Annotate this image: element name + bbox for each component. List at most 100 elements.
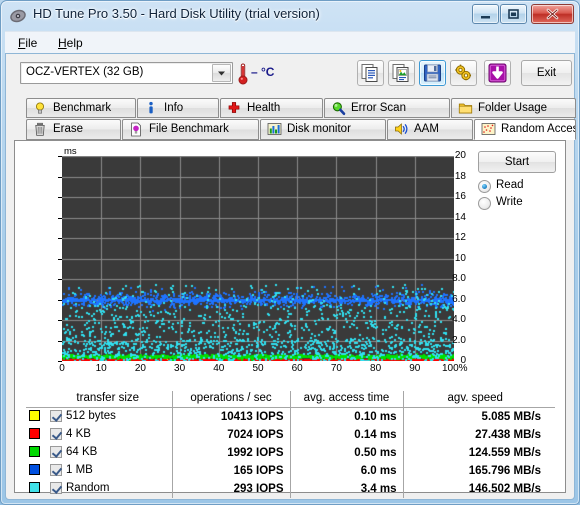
chart-y-tickmark-10 bbox=[58, 156, 62, 157]
chart-y-tick-6: 12 bbox=[454, 232, 466, 243]
tab-error-scan[interactable]: Error Scan bbox=[324, 98, 450, 118]
cell-access-time: 6.0 ms bbox=[290, 461, 404, 480]
access-time-chart: ms 0 2.0 4.0 6.0 8.0 10 12 14 16 18 20 0 10 20 30 40 50… bbox=[26, 146, 468, 387]
file-bulb-icon bbox=[129, 122, 145, 138]
chart-y-tickmark-1 bbox=[58, 340, 62, 342]
tab-random-access-label: Random Access bbox=[501, 123, 576, 135]
minimize-button[interactable] bbox=[472, 4, 499, 24]
cell-operations: 165 IOPS bbox=[172, 461, 291, 480]
chart-y-tick-9: 18 bbox=[454, 170, 466, 182]
chart-x-tick-6: 60 bbox=[291, 363, 303, 374]
bar-chart-icon bbox=[267, 122, 283, 138]
window-title: HD Tune Pro 3.50 - Hard Disk Utility (tr… bbox=[33, 6, 320, 21]
tab-file-benchmark-label: File Benchmark bbox=[149, 123, 229, 135]
series-checkbox[interactable] bbox=[50, 482, 62, 494]
series-label: 512 bytes bbox=[66, 410, 116, 423]
series-checkbox[interactable] bbox=[50, 428, 62, 440]
menu-item-help[interactable]: Help bbox=[51, 35, 90, 52]
tab-error-scan-label: Error Scan bbox=[351, 102, 406, 114]
tab-file-benchmark[interactable]: File Benchmark bbox=[122, 119, 259, 140]
tab-health[interactable]: Health bbox=[220, 98, 323, 118]
chevron-down-icon[interactable] bbox=[212, 64, 231, 82]
table-header-row: transfer size operations / sec avg. acce… bbox=[26, 391, 555, 408]
table-body: 512 bytes 10413 IOPS 0.10 ms 5.085 MB/s 4 KB… bbox=[26, 407, 555, 498]
trash-icon bbox=[33, 122, 49, 138]
table-row: 4 KB 7024 IOPS 0.14 ms 27.438 MB/s bbox=[26, 425, 555, 444]
thermometer-icon bbox=[237, 62, 249, 91]
table-row: 1 MB 165 IOPS 6.0 ms 165.796 MB/s bbox=[26, 461, 555, 480]
cell-avg-speed: 27.438 MB/s bbox=[475, 428, 541, 441]
tab-info[interactable]: Info bbox=[137, 98, 219, 118]
tab-bar: Benchmark Info Health Error Scan Folder … bbox=[14, 98, 576, 141]
update-button[interactable] bbox=[484, 60, 511, 86]
series-toggle[interactable]: 1 MB bbox=[44, 461, 173, 480]
exit-button[interactable]: Exit bbox=[521, 60, 572, 86]
chart-y-tickmark-3 bbox=[58, 299, 62, 301]
scatter-icon bbox=[481, 122, 497, 138]
cell-operations: 7024 IOPS bbox=[172, 425, 291, 444]
chart-y-tickmark-4 bbox=[58, 279, 62, 280]
cell-avg-speed: 165.796 MB/s bbox=[468, 464, 541, 477]
magnifier-icon bbox=[331, 101, 347, 117]
close-button[interactable] bbox=[531, 4, 574, 24]
results-table: transfer size operations / sec avg. acce… bbox=[26, 391, 555, 498]
client-area: OCZ-VERTEX (32 GB) – °C Exit Benchmark I… bbox=[5, 53, 576, 500]
radio-write-dot bbox=[478, 197, 491, 210]
chart-x-tick-7: 70 bbox=[330, 363, 342, 374]
series-checkbox[interactable] bbox=[50, 464, 62, 476]
tab-disk-monitor-label: Disk monitor bbox=[287, 123, 351, 135]
menu-help-accel: H bbox=[58, 36, 67, 50]
chart-x-tick-8: 80 bbox=[370, 363, 382, 374]
chart-x-tick-3: 30 bbox=[174, 363, 186, 374]
maximize-button[interactable] bbox=[500, 4, 527, 24]
table-header-operations: operations / sec bbox=[172, 391, 291, 408]
menu-file-rest: ile bbox=[25, 36, 38, 50]
copy-text-button[interactable] bbox=[357, 60, 384, 86]
copy-image-button[interactable] bbox=[388, 60, 415, 86]
cell-access-time: 0.10 ms bbox=[290, 407, 404, 426]
tab-folder-usage[interactable]: Folder Usage bbox=[451, 98, 576, 118]
series-color-swatch bbox=[26, 426, 44, 444]
tab-health-label: Health bbox=[247, 102, 281, 114]
chart-x-tick-2: 20 bbox=[134, 363, 146, 374]
chart-y-tickmark-5 bbox=[58, 258, 62, 260]
toolbar: OCZ-VERTEX (32 GB) – °C Exit bbox=[6, 54, 574, 94]
table-row: Random 293 IOPS 3.4 ms 146.502 MB/s bbox=[26, 479, 555, 498]
table-row: 512 bytes 10413 IOPS 0.10 ms 5.085 MB/s bbox=[26, 407, 555, 426]
drive-select[interactable]: OCZ-VERTEX (32 GB) bbox=[20, 62, 233, 84]
info-icon bbox=[144, 101, 160, 117]
menu-item-file[interactable]: File bbox=[11, 35, 44, 52]
series-toggle[interactable]: 4 KB bbox=[44, 425, 173, 444]
series-label: 64 KB bbox=[66, 446, 98, 458]
series-toggle[interactable]: 64 KB bbox=[44, 443, 173, 462]
tab-info-label: Info bbox=[164, 102, 184, 114]
lightbulb-icon bbox=[33, 101, 49, 117]
chart-y-tick-8: 16 bbox=[454, 191, 466, 202]
series-checkbox[interactable] bbox=[50, 446, 62, 458]
tab-random-access[interactable]: Random Access bbox=[474, 119, 576, 140]
chart-y-tick-4: 8.0 bbox=[452, 273, 466, 284]
chart-x-tick-0: 0 bbox=[59, 363, 65, 374]
cell-access-time: 0.50 ms bbox=[290, 443, 404, 462]
tab-benchmark-label: Benchmark bbox=[53, 102, 112, 114]
start-button[interactable]: Start bbox=[478, 151, 556, 173]
cell-operations: 1992 IOPS bbox=[172, 443, 291, 462]
save-button[interactable] bbox=[419, 60, 446, 86]
title-bar: HD Tune Pro 3.50 - Hard Disk Utility (tr… bbox=[1, 1, 579, 31]
tab-aam[interactable]: AAM bbox=[387, 119, 473, 140]
cell-operations: 10413 IOPS bbox=[172, 407, 291, 426]
chart-canvas bbox=[62, 156, 454, 361]
series-toggle[interactable]: Random bbox=[44, 479, 173, 498]
tab-erase[interactable]: Erase bbox=[26, 119, 121, 140]
radio-read-label: Read bbox=[496, 179, 524, 191]
tab-disk-monitor[interactable]: Disk monitor bbox=[260, 119, 386, 140]
options-button[interactable] bbox=[450, 60, 477, 86]
chart-x-tick-4: 40 bbox=[213, 363, 225, 374]
tab-benchmark[interactable]: Benchmark bbox=[26, 98, 136, 118]
series-toggle[interactable]: 512 bytes bbox=[44, 407, 173, 426]
series-label: 4 KB bbox=[66, 428, 91, 440]
series-checkbox[interactable] bbox=[50, 410, 62, 423]
series-label: 1 MB bbox=[66, 464, 93, 476]
hdtune-app-icon bbox=[9, 7, 27, 25]
cell-operations: 293 IOPS bbox=[172, 479, 291, 498]
